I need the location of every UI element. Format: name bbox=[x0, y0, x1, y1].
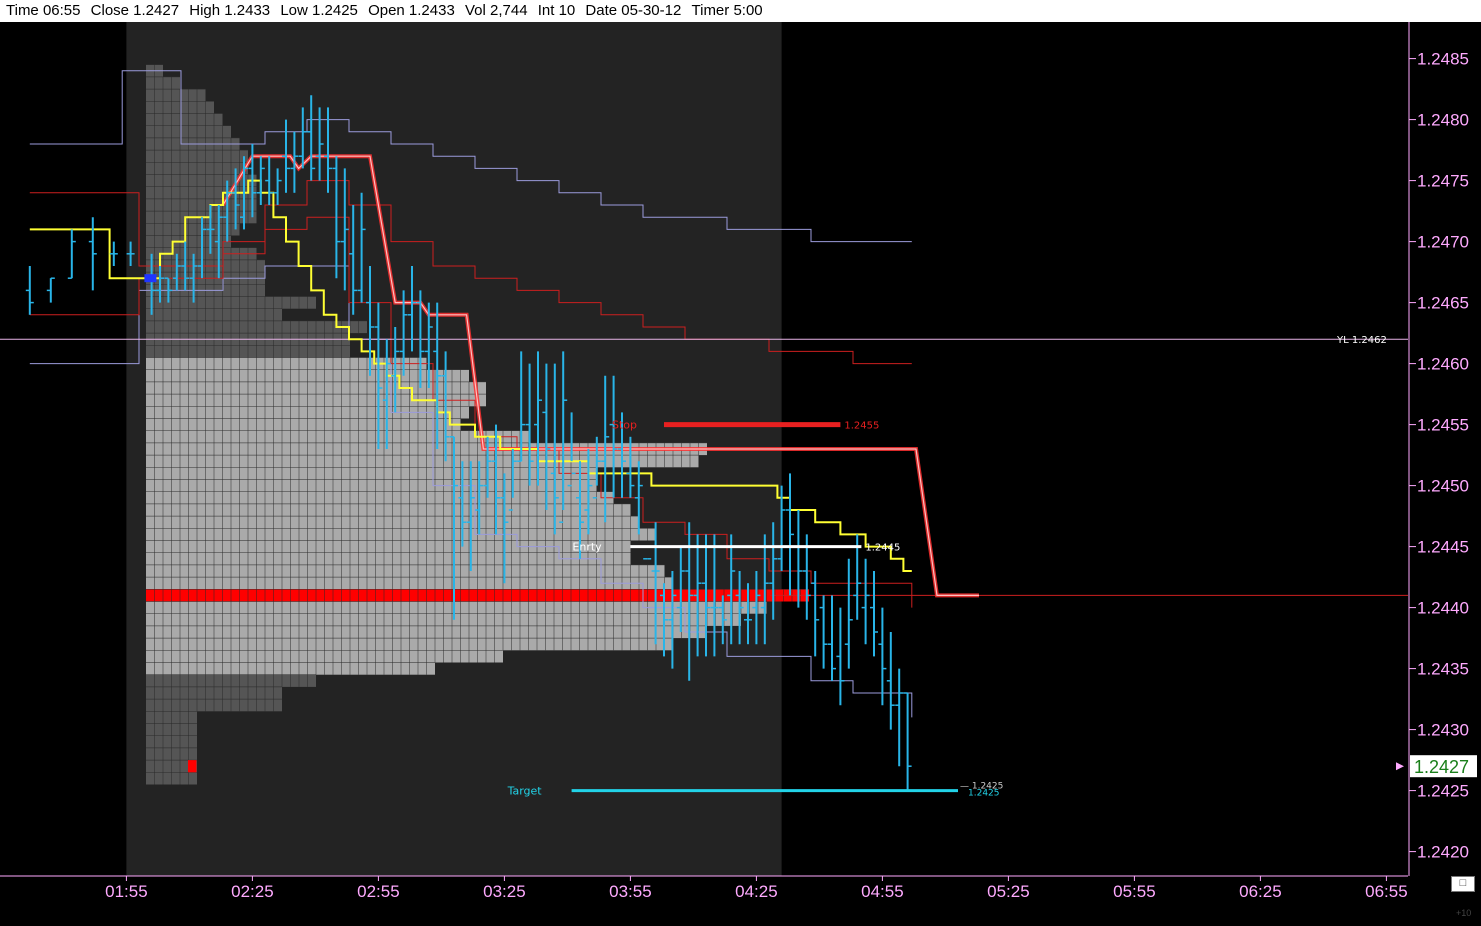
price-tick-label: 1.2440 bbox=[1417, 599, 1469, 618]
price-tick-label: 1.2420 bbox=[1417, 843, 1469, 862]
profile-row bbox=[146, 89, 206, 102]
time-tick-label: 01:55 bbox=[105, 882, 148, 901]
price-tick-label: 1.2475 bbox=[1417, 172, 1469, 191]
price-tick-label: 1.2445 bbox=[1417, 538, 1469, 557]
time-tick-label: 05:55 bbox=[1113, 882, 1156, 901]
time-tick-label: 03:55 bbox=[609, 882, 652, 901]
chart-canvas[interactable]: YL 1.2462Stop 1.2455Enrty 1.2445Target — 1.… bbox=[0, 0, 1481, 926]
price-tick-label: 1.2470 bbox=[1417, 233, 1469, 252]
time-tick-label: 04:25 bbox=[735, 882, 778, 901]
profile-row bbox=[146, 552, 631, 565]
entry-label: Enrty bbox=[572, 541, 602, 554]
price-tick-label: 1.2430 bbox=[1417, 721, 1469, 740]
profile-row bbox=[146, 198, 257, 212]
last-price-label: 1.2427 bbox=[1414, 757, 1469, 777]
price-tick-label: 1.2455 bbox=[1417, 416, 1469, 435]
price-tick-label: 1.2485 bbox=[1417, 50, 1469, 69]
current-bar-highlight bbox=[144, 274, 157, 283]
profile-row bbox=[146, 430, 529, 443]
price-tick-label: 1.2435 bbox=[1417, 660, 1469, 679]
target-label: Target bbox=[507, 785, 543, 798]
profile-row bbox=[146, 113, 223, 126]
profile-row bbox=[146, 223, 240, 236]
zoom-toggle-button[interactable]: □ bbox=[1451, 876, 1475, 892]
price-tick-label: 1.2425 bbox=[1417, 782, 1469, 801]
target-price-label: 1.2425 bbox=[968, 789, 1000, 799]
time-tick-label: 04:55 bbox=[861, 882, 904, 901]
time-tick-label: 02:55 bbox=[357, 882, 400, 901]
price-tick-label: 1.2460 bbox=[1417, 355, 1469, 374]
profile-last-marker bbox=[188, 760, 197, 773]
time-tick-label: 02:25 bbox=[231, 882, 274, 901]
profile-row bbox=[146, 564, 665, 578]
stop-price-label: 1.2455 bbox=[844, 421, 879, 432]
stop-label: Stop bbox=[612, 419, 637, 432]
time-tick-label: 06:55 bbox=[1365, 882, 1408, 901]
price-tick-label: 1.2465 bbox=[1417, 294, 1469, 313]
profile-row bbox=[146, 418, 461, 431]
price-chart[interactable]: YL 1.2462 Stop 1.2455 Enrty 1.2445 Target — 1.… bbox=[0, 0, 1481, 926]
yesterday-low-label: YL 1.2462 bbox=[1336, 335, 1387, 346]
profile-row bbox=[146, 503, 631, 517]
price-tick-label: 1.2480 bbox=[1417, 111, 1469, 130]
time-tick-label: 05:25 bbox=[987, 882, 1030, 901]
price-axis-panel bbox=[1408, 22, 1481, 876]
time-tick-label: 03:25 bbox=[483, 882, 526, 901]
zoom-step-label: +10 bbox=[1456, 908, 1472, 918]
profile-row bbox=[146, 491, 614, 504]
profile-row bbox=[146, 455, 699, 468]
price-tick-label: 1.2450 bbox=[1417, 477, 1469, 496]
time-tick-label: 06:25 bbox=[1239, 882, 1282, 901]
entry-price-label: 1.2445 bbox=[865, 543, 900, 554]
